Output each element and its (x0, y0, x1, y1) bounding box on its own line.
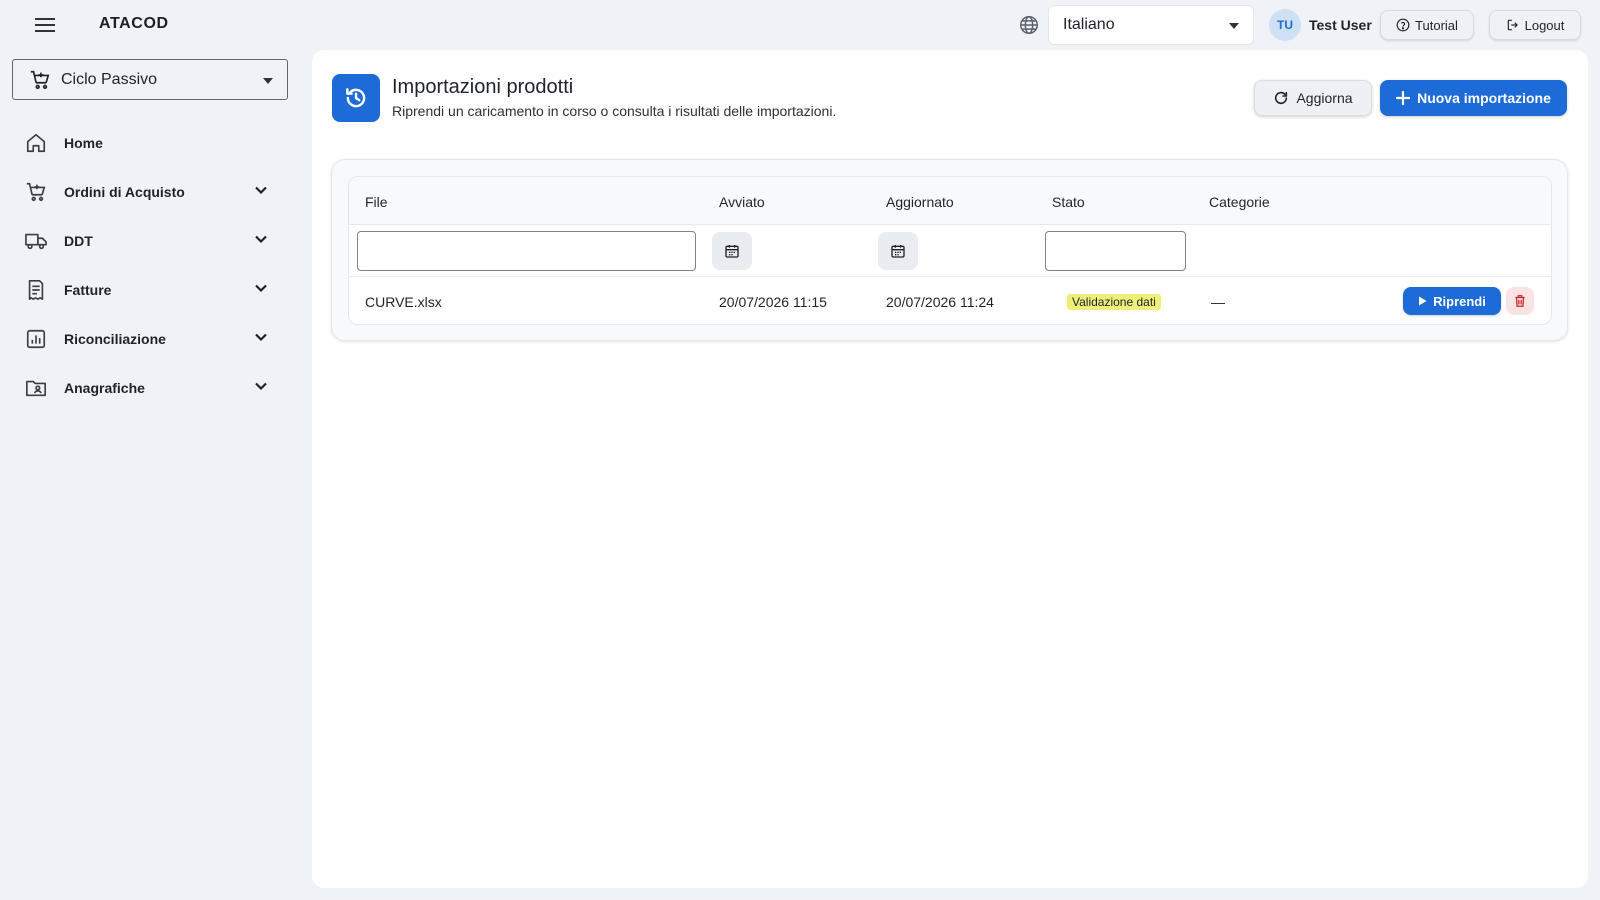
menu-icon[interactable] (30, 13, 60, 37)
resume-button[interactable]: Riprendi (1403, 287, 1501, 315)
cell-file: CURVE.xlsx (365, 294, 442, 310)
avatar[interactable]: TU (1269, 9, 1301, 41)
calendar-icon (724, 243, 740, 259)
status-filter-input[interactable] (1045, 231, 1186, 271)
status-badge: Validazione dati (1067, 294, 1161, 310)
aggiornato-date-filter[interactable] (878, 232, 918, 270)
tutorial-label: Tutorial (1415, 17, 1458, 33)
home-icon (24, 131, 48, 155)
trash-icon (1513, 294, 1527, 308)
avviato-date-filter[interactable] (712, 232, 752, 270)
sidebar-item-ddt[interactable]: DDT (0, 216, 300, 265)
logout-button[interactable]: Logout (1489, 10, 1581, 40)
column-header-avviato[interactable]: Avviato (719, 194, 765, 210)
app-brand: ATACOD (99, 15, 169, 32)
sidebar-item-label: DDT (64, 232, 93, 249)
sidebar-item-anagrafiche[interactable]: Anagrafiche (0, 363, 300, 412)
main-panel: Importazioni prodotti Riprendi un carica… (312, 50, 1588, 888)
logout-icon (1506, 18, 1520, 32)
language-select[interactable]: Italiano (1048, 5, 1254, 45)
module-select[interactable]: Ciclo Passivo (12, 59, 288, 100)
caret-down-icon (263, 78, 273, 84)
sidebar-item-ordini[interactable]: Ordini di Acquisto (0, 167, 300, 216)
resume-label: Riprendi (1433, 293, 1486, 309)
sidebar-nav: Home Ordini di Acquisto DDT Fatture Rico… (0, 118, 300, 412)
file-filter-input[interactable] (357, 231, 696, 271)
column-header-categorie[interactable]: Categorie (1209, 194, 1270, 210)
column-header-file[interactable]: File (365, 194, 388, 210)
play-icon (1418, 296, 1427, 306)
caret-down-icon (1229, 23, 1239, 29)
sidebar-item-label: Home (64, 134, 103, 151)
globe-icon (1018, 14, 1040, 36)
contact-folder-icon (24, 376, 48, 400)
sidebar-item-label: Anagrafiche (64, 379, 145, 396)
sidebar-item-home[interactable]: Home (0, 118, 300, 167)
imports-card: File Avviato Aggiornato Stato Categorie (331, 159, 1568, 341)
cell-started: 20/07/2026 11:15 (719, 294, 827, 310)
module-value: Ciclo Passivo (61, 70, 158, 88)
sidebar-item-riconciliazione[interactable]: Riconciliazione (0, 314, 300, 363)
cart-icon (24, 180, 48, 204)
language-value: Italiano (1063, 16, 1115, 33)
receipt-icon (24, 278, 48, 302)
top-bar: ATACOD Italiano TU Test User Tutorial Lo… (0, 0, 1600, 50)
chevron-down-icon (254, 281, 268, 295)
new-import-button[interactable]: Nuova importazione (1380, 80, 1567, 116)
chevron-down-icon (254, 183, 268, 197)
chevron-down-icon (254, 379, 268, 393)
new-import-label: Nuova importazione (1417, 90, 1551, 106)
table-header: File Avviato Aggiornato Stato Categorie (349, 177, 1551, 225)
sidebar-item-fatture[interactable]: Fatture (0, 265, 300, 314)
logout-label: Logout (1524, 17, 1565, 33)
refresh-icon (1273, 90, 1289, 106)
cart-icon (29, 69, 51, 91)
refresh-button[interactable]: Aggiorna (1254, 80, 1372, 116)
table-row: CURVE.xlsx 20/07/2026 11:15 20/07/2026 1… (349, 277, 1551, 324)
filter-row (349, 225, 1551, 277)
tutorial-button[interactable]: Tutorial (1380, 10, 1474, 40)
user-name: Test User (1309, 17, 1372, 33)
sidebar-item-label: Riconciliazione (64, 330, 166, 347)
refresh-label: Aggiorna (1296, 90, 1353, 106)
delete-button[interactable] (1506, 287, 1534, 315)
truck-icon (24, 229, 48, 253)
imports-table: File Avviato Aggiornato Stato Categorie (348, 176, 1552, 325)
cell-categories: — (1211, 294, 1225, 310)
history-icon (332, 74, 380, 122)
column-header-aggiornato[interactable]: Aggiornato (886, 194, 954, 210)
page-title: Importazioni prodotti (392, 76, 574, 98)
help-circle-icon (1396, 18, 1410, 32)
chevron-down-icon (254, 330, 268, 344)
sidebar-item-label: Fatture (64, 281, 112, 298)
plus-icon (1396, 91, 1411, 105)
column-header-stato[interactable]: Stato (1052, 194, 1085, 210)
page-subtitle: Riprendi un caricamento in corso o consu… (392, 103, 837, 119)
calendar-icon (890, 243, 906, 259)
cell-updated: 20/07/2026 11:24 (886, 294, 994, 310)
chart-icon (24, 327, 48, 351)
chevron-down-icon (254, 232, 268, 246)
sidebar-item-label: Ordini di Acquisto (64, 183, 185, 200)
